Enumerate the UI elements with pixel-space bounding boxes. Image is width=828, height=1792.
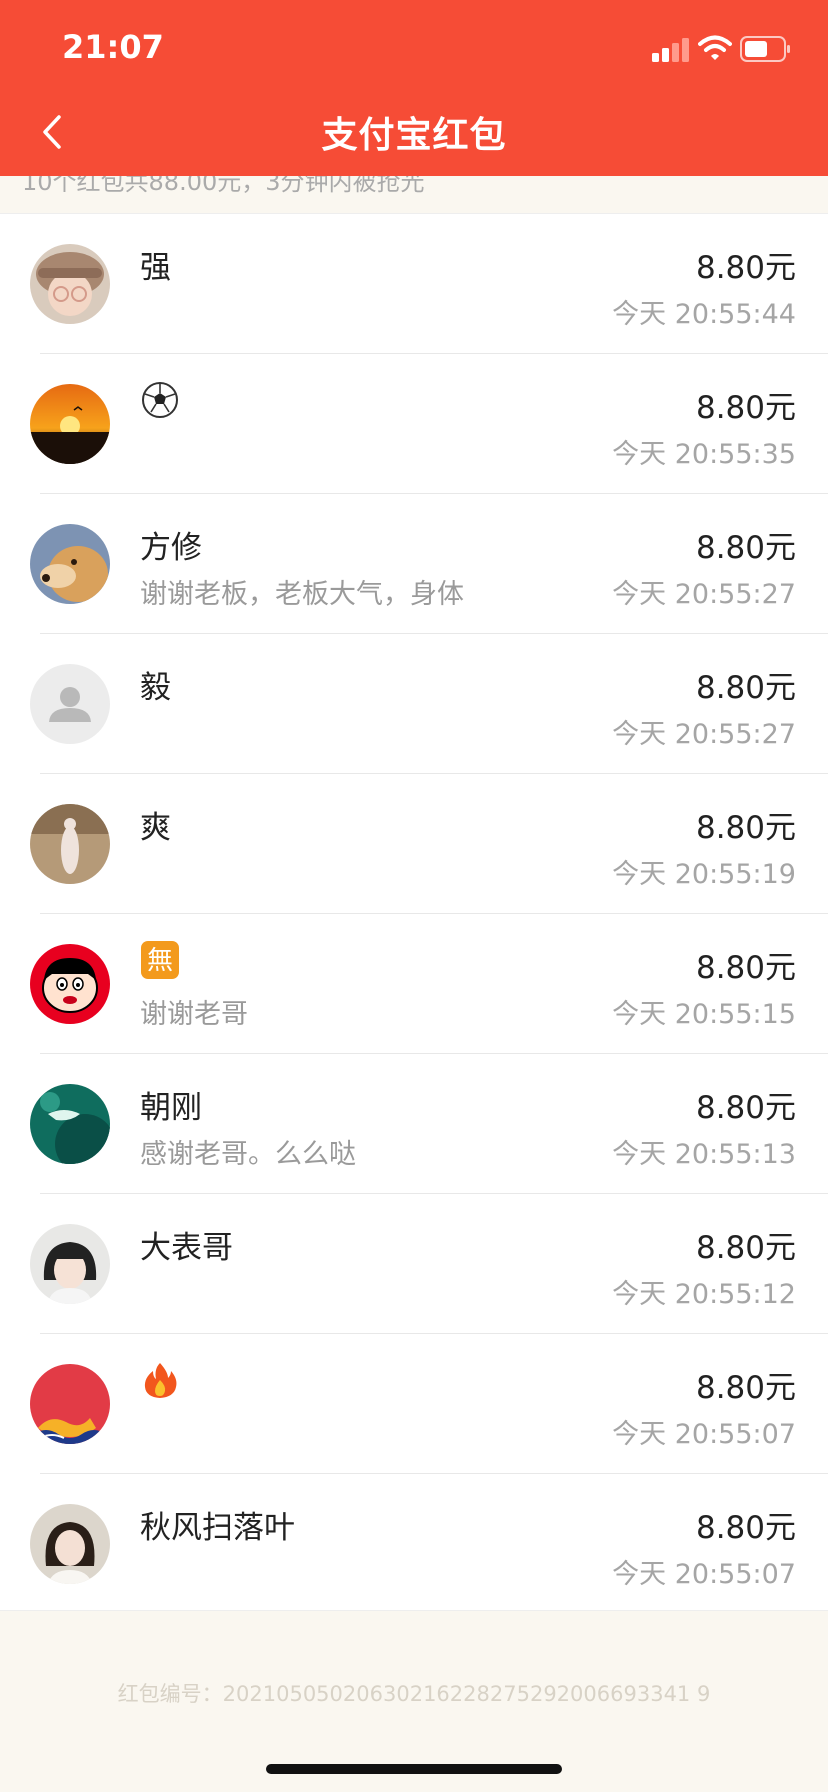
- record-amount: 8.80元: [695, 1510, 796, 1546]
- record-time: 今天 20:55:35: [612, 439, 796, 470]
- cellular-signal-icon: [652, 38, 689, 62]
- record-time: 今天 20:55:07: [612, 1419, 796, 1450]
- list-item[interactable]: 無 谢谢老哥 8.80元 今天 20:55:15: [0, 914, 828, 1054]
- avatar[interactable]: [30, 1364, 110, 1444]
- wu-kanji-icon: 無: [140, 940, 180, 980]
- avatar[interactable]: [30, 1504, 110, 1584]
- record-amount: 8.80元: [695, 1230, 796, 1266]
- avatar[interactable]: [30, 384, 110, 464]
- list-item[interactable]: 大表哥 8.80元 今天 20:55:12: [0, 1194, 828, 1334]
- list-item[interactable]: 爽 8.80元 今天 20:55:19: [0, 774, 828, 914]
- list-item[interactable]: 强 8.80元 今天 20:55:44: [0, 214, 828, 354]
- record-list: 强 8.80元 今天 20:55:44 8.80元 今天 20:55:35 方修…: [0, 213, 828, 1611]
- battery-icon: [740, 36, 790, 62]
- avatar[interactable]: [30, 244, 110, 324]
- wifi-icon: [698, 35, 732, 60]
- avatar[interactable]: [30, 664, 110, 744]
- avatar[interactable]: [30, 804, 110, 884]
- list-item[interactable]: 8.80元 今天 20:55:35: [0, 354, 828, 494]
- record-name: 大表哥: [140, 1230, 233, 1266]
- fire-icon: [140, 1360, 180, 1400]
- record-time: 今天 20:55:44: [612, 299, 796, 330]
- record-name: 秋风扫落叶: [140, 1510, 295, 1546]
- avatar[interactable]: [30, 944, 110, 1024]
- record-amount: 8.80元: [695, 390, 796, 426]
- list-item[interactable]: 方修 谢谢老板，老板大气，身体 8.80元 今天 20:55:27: [0, 494, 828, 634]
- redpacket-id: 红包编号：20210505020630216228275292006693341…: [117, 1682, 711, 1706]
- record-time: 今天 20:55:12: [612, 1279, 796, 1310]
- header-bar: 21:07 支付宝红包: [0, 0, 828, 176]
- record-amount: 8.80元: [695, 250, 796, 286]
- list-item[interactable]: 秋风扫落叶 8.80元 今天 20:55:07: [0, 1474, 828, 1614]
- record-name: 方修: [140, 530, 202, 566]
- soccer-ball-icon: [140, 380, 180, 420]
- record-time: 今天 20:55:19: [612, 859, 796, 890]
- list-item[interactable]: 朝刚 感谢老哥。么么哒 8.80元 今天 20:55:13: [0, 1054, 828, 1194]
- record-time: 今天 20:55:27: [612, 579, 796, 610]
- record-amount: 8.80元: [695, 1370, 796, 1406]
- record-name: 毅: [140, 670, 171, 706]
- page-title: 支付宝红包: [321, 115, 507, 156]
- avatar[interactable]: [30, 1084, 110, 1164]
- record-time: 今天 20:55:07: [612, 1559, 796, 1590]
- record-time: 今天 20:55:13: [612, 1139, 796, 1170]
- record-amount: 8.80元: [695, 1090, 796, 1126]
- record-message: 谢谢老板，老板大气，身体: [140, 579, 464, 610]
- record-message: 感谢老哥。么么哒: [140, 1139, 356, 1170]
- record-time: 今天 20:55:27: [612, 719, 796, 750]
- record-amount: 8.80元: [695, 810, 796, 846]
- home-indicator[interactable]: [266, 1764, 562, 1774]
- record-time: 今天 20:55:15: [612, 999, 796, 1030]
- record-amount: 8.80元: [695, 530, 796, 566]
- list-item[interactable]: 8.80元 今天 20:55:07: [0, 1334, 828, 1474]
- default-user-icon: [30, 664, 110, 744]
- svg-text:無: 無: [147, 946, 173, 976]
- record-message: 谢谢老哥: [140, 999, 248, 1030]
- record-amount: 8.80元: [695, 950, 796, 986]
- record-name: 爽: [140, 810, 171, 846]
- record-amount: 8.80元: [695, 670, 796, 706]
- list-item[interactable]: 毅 8.80元 今天 20:55:27: [0, 634, 828, 774]
- page: 21:07 支付宝红包 10个红包共88.00元，3分钟内被抢光 强 8.80元…: [0, 0, 828, 1792]
- status-time: 21:07: [62, 28, 164, 66]
- avatar[interactable]: [30, 524, 110, 604]
- avatar[interactable]: [30, 1224, 110, 1304]
- record-name: 强: [140, 250, 171, 286]
- record-name: 朝刚: [140, 1090, 202, 1126]
